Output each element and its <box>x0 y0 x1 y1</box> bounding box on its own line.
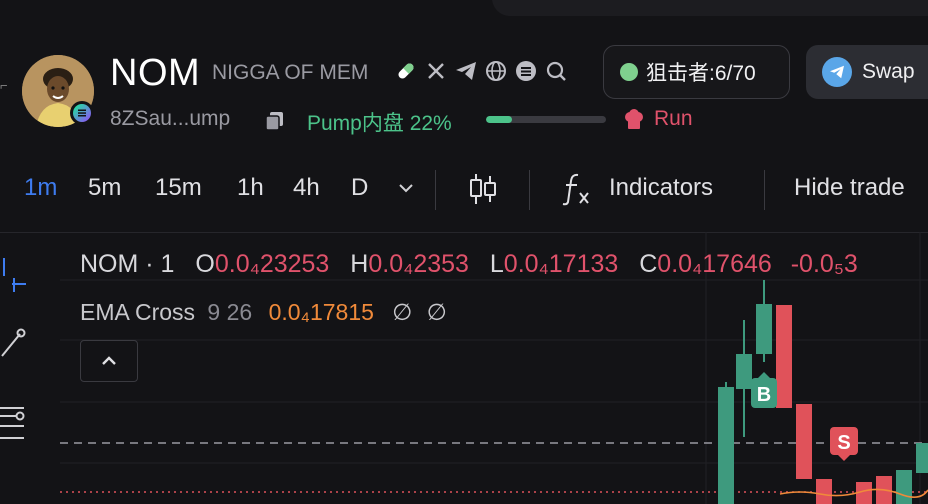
list-icon[interactable] <box>514 59 538 83</box>
candle-up <box>736 354 752 389</box>
pump-progress-fill <box>486 116 513 123</box>
svg-text:B: B <box>757 384 771 406</box>
solana-icon <box>73 104 91 122</box>
legend-low-label: L <box>489 250 504 278</box>
ema-na-2: ∅ <box>426 299 447 325</box>
collapse-legend-button[interactable] <box>80 340 138 382</box>
chef-hat-icon <box>622 108 646 132</box>
telegram-icon <box>822 57 852 87</box>
legend-low-value: 0.0₄17133 <box>503 250 619 278</box>
indicators-icon[interactable] <box>560 172 596 206</box>
svg-text:S: S <box>837 432 850 454</box>
candle-up <box>896 470 912 504</box>
app-root: ⌐ NOM NIGGA OF MEM 8ZSau...ump Pump内盘 22… <box>0 0 928 504</box>
legend-close-value: 0.0₄17646 <box>657 250 772 278</box>
x-icon[interactable] <box>424 59 448 83</box>
social-links <box>394 59 568 83</box>
timeframe-1h[interactable]: 1h <box>237 174 264 202</box>
timeframe-5m[interactable]: 5m <box>88 174 121 202</box>
chart-toolbar: 1m 5m 15m 1h 4h D Indicators Hide trade <box>0 164 928 212</box>
swap-label: Swap <box>862 60 915 83</box>
candle-down <box>816 479 832 504</box>
candle-down <box>796 404 812 479</box>
copy-icon[interactable] <box>263 109 287 133</box>
token-symbol: NOM <box>110 52 201 94</box>
legend-high-value: 0.0₄2353 <box>368 250 469 278</box>
pump-progress-bar <box>486 116 606 123</box>
token-name: NIGGA OF MEM <box>212 61 369 84</box>
chevron-up-icon <box>102 356 116 365</box>
ema-params: 9 26 <box>207 299 253 325</box>
candle-up <box>718 387 734 504</box>
pump-progress-label: Pump内盘 22% <box>307 112 452 135</box>
solana-chain-badge <box>70 101 94 125</box>
hide-trades-button[interactable]: Hide trade <box>794 174 905 202</box>
toolbar-divider <box>529 170 530 210</box>
telegram-icon[interactable] <box>454 59 478 83</box>
legend-close-label: C <box>639 250 658 278</box>
candle-up <box>916 443 928 473</box>
ema-na-1: ∅ <box>392 299 413 325</box>
globe-icon[interactable] <box>484 59 508 83</box>
timeframe-15m[interactable]: 15m <box>155 174 202 202</box>
ohlc-legend: NOM · 1 O0.0₄23253 H0.0₄2353 L0.0₄17133 … <box>80 250 858 279</box>
pill-icon[interactable] <box>394 59 418 83</box>
search-icon[interactable] <box>544 59 568 83</box>
status-dot-icon <box>620 63 638 81</box>
chevron-down-icon[interactable] <box>396 178 416 198</box>
crosshair-icon[interactable] <box>0 256 28 297</box>
token-address: 8ZSau...ump <box>110 107 231 130</box>
sell-marker[interactable]: S <box>830 427 858 461</box>
sniper-label: 狙击者:6/70 <box>646 62 756 85</box>
buy-marker[interactable]: B <box>751 372 777 408</box>
ema-name: EMA Cross <box>80 299 196 325</box>
candle-up <box>756 304 772 354</box>
candle-down <box>776 305 792 408</box>
swap-button[interactable]: Swap <box>806 45 928 99</box>
legend-high-label: H <box>350 250 369 278</box>
drawing-toolbar <box>0 240 40 504</box>
pin-icon: ⌐ <box>0 78 8 93</box>
toolbar-divider <box>435 170 436 210</box>
indicators-button[interactable]: Indicators <box>609 174 713 202</box>
ema-value: 0.0₄17815 <box>268 299 374 325</box>
run-label: Run <box>654 107 693 130</box>
sniper-button[interactable]: 狙击者:6/70 <box>603 45 790 99</box>
toolbar-divider <box>764 170 765 210</box>
legend-open-value: 0.0₄23253 <box>214 250 330 278</box>
timeframe-d[interactable]: D <box>351 174 368 202</box>
legend-open-label: O <box>195 250 215 278</box>
timeframe-1m[interactable]: 1m <box>24 174 57 202</box>
trend-line-icon[interactable] <box>0 328 28 363</box>
top-search-bar[interactable] <box>492 0 928 16</box>
timeframe-4h[interactable]: 4h <box>293 174 320 202</box>
ema-legend: EMA Cross 9 26 0.0₄17815 ∅ ∅ <box>80 299 447 326</box>
legend-change-value: -0.0₅3 <box>790 250 858 278</box>
fib-lines-icon[interactable] <box>0 402 28 447</box>
legend-symbol: NOM · 1 <box>80 250 175 278</box>
candlestick-icon[interactable] <box>467 172 499 206</box>
